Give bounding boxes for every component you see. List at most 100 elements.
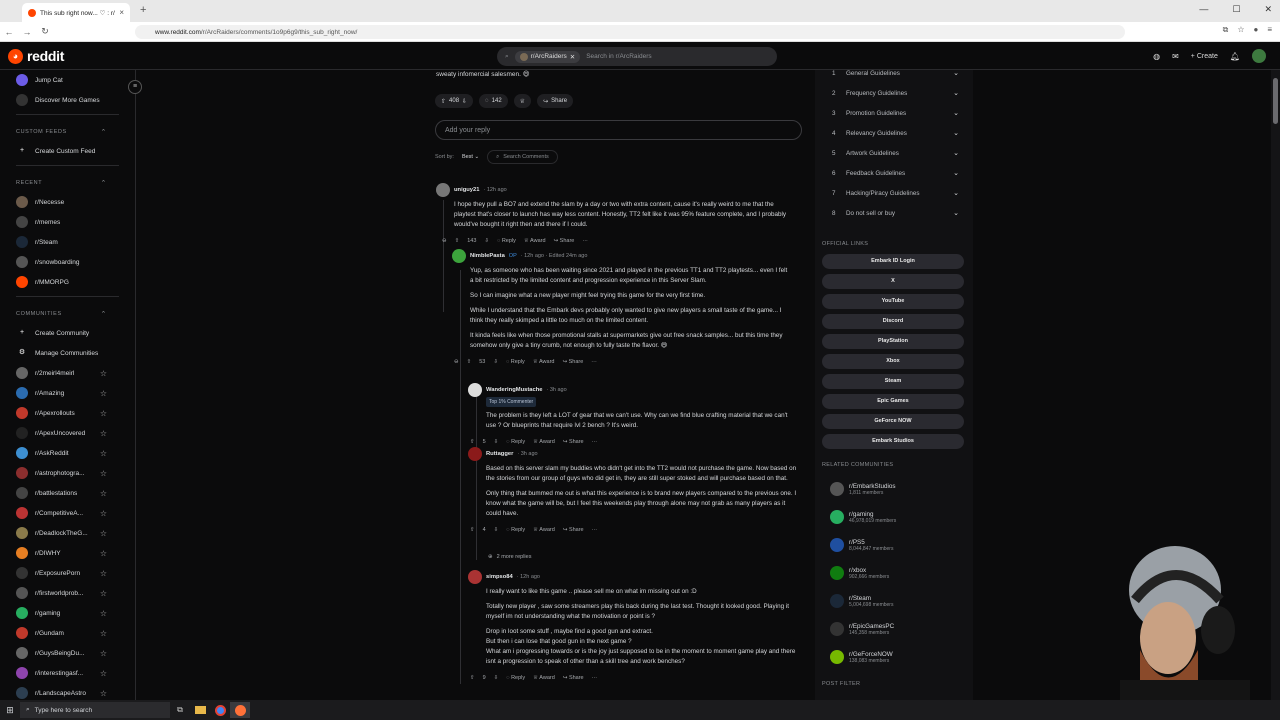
rule-item[interactable]: 6 Feedback Guidelines ⌄: [815, 163, 973, 183]
sidebar-item[interactable]: r/astrophotogra... ☆: [0, 463, 135, 483]
search-bar[interactable]: ⌕ r/ArcRaiders ✕ Search in r/ArcRaiders: [497, 47, 777, 66]
comment-author[interactable]: simpso84: [486, 572, 513, 582]
chevron-down-icon[interactable]: ⌄: [953, 70, 959, 77]
upvote-icon[interactable]: ⇧: [470, 437, 475, 447]
share-button[interactable]: ↪ Share: [562, 357, 583, 367]
reddit-logo[interactable]: ◕ reddit: [8, 48, 64, 64]
related-community[interactable]: r/EmbarkStudios 1,811 members: [815, 475, 973, 503]
scrollbar-thumb[interactable]: [1273, 78, 1278, 124]
sidebar-item[interactable]: r/Gundam ☆: [0, 623, 135, 643]
downvote-icon[interactable]: ⇩: [494, 673, 499, 683]
related-community[interactable]: r/PS5 8,044,847 members: [815, 531, 973, 559]
official-link-button[interactable]: Steam: [822, 374, 964, 389]
share-button[interactable]: ↪ Share: [563, 673, 584, 683]
back-button[interactable]: ←: [0, 27, 18, 37]
avatar[interactable]: [468, 447, 482, 461]
manage-communities[interactable]: ⚙ Manage Communities: [0, 343, 135, 363]
task-view-icon[interactable]: ⧉: [170, 702, 190, 718]
more-options-icon[interactable]: ···: [592, 673, 598, 683]
taskbar-search[interactable]: ⌕ Type here to search: [20, 702, 170, 718]
award-button[interactable]: ♕: [513, 94, 532, 108]
rule-item[interactable]: 1 General Guidelines ⌄: [815, 70, 973, 83]
avatar[interactable]: [436, 183, 450, 197]
reply-button[interactable]: ◌ Reply: [506, 673, 525, 683]
comment-author[interactable]: WanderingMustache: [486, 385, 542, 395]
page-scrollbar[interactable]: [1271, 70, 1280, 700]
star-icon[interactable]: ☆: [100, 469, 107, 478]
communities-header[interactable]: COMMUNITIES ⌃: [0, 305, 135, 323]
downvote-icon[interactable]: ⇩: [462, 98, 467, 105]
upvote-icon[interactable]: ⇧: [455, 236, 460, 246]
reload-button[interactable]: ↻: [36, 26, 54, 37]
share-button[interactable]: ↪ Share: [563, 437, 584, 447]
related-community[interactable]: r/xbox 902,666 members: [815, 559, 973, 587]
share-button[interactable]: ↪ Share: [537, 94, 574, 108]
star-icon[interactable]: ☆: [100, 629, 107, 638]
sidebar-item[interactable]: r/DeadlockTheG... ☆: [0, 523, 135, 543]
create-button[interactable]: + Create: [1191, 53, 1218, 60]
sidebar-item[interactable]: r/Apexrollouts ☆: [0, 403, 135, 423]
related-community[interactable]: r/Steam 5,004,698 members: [815, 587, 973, 615]
rule-item[interactable]: 8 Do not sell or buy ⌄: [815, 203, 973, 223]
official-link-button[interactable]: Embark ID Login: [822, 254, 964, 269]
notifications-icon[interactable]: 🔔︎: [1230, 52, 1240, 61]
upvote-icon[interactable]: ⇧: [470, 673, 475, 683]
remove-chip-icon[interactable]: ✕: [570, 53, 575, 61]
sidebar-item[interactable]: r/firstworldprob... ☆: [0, 583, 135, 603]
new-tab-button[interactable]: +: [140, 4, 146, 16]
search-comments-input[interactable]: ⌕ Search Comments: [487, 150, 558, 164]
sidebar-item[interactable]: r/ApexUncovered ☆: [0, 423, 135, 443]
rule-item[interactable]: 5 Artwork Guidelines ⌄: [815, 143, 973, 163]
sidebar-item[interactable]: r/Amazing ☆: [0, 383, 135, 403]
chevron-down-icon[interactable]: ⌄: [953, 169, 959, 177]
star-icon[interactable]: ☆: [100, 529, 107, 538]
chevron-down-icon[interactable]: ⌄: [953, 109, 959, 117]
advertise-icon[interactable]: ◍: [1153, 52, 1160, 61]
rule-item[interactable]: 3 Promotion Guidelines ⌄: [815, 103, 973, 123]
rule-item[interactable]: 2 Frequency Guidelines ⌄: [815, 83, 973, 103]
bookmark-icon[interactable]: ☆: [1237, 25, 1244, 35]
comments-button[interactable]: ◌ 142: [479, 94, 508, 108]
chevron-down-icon[interactable]: ⌄: [953, 209, 959, 217]
user-avatar[interactable]: [1252, 49, 1266, 63]
official-link-button[interactable]: YouTube: [822, 294, 964, 309]
downvote-icon[interactable]: ⇩: [484, 236, 489, 246]
create-custom-feed[interactable]: + Create Custom Feed: [0, 141, 135, 161]
menu-icon[interactable]: ≡: [1267, 25, 1272, 35]
collapse-thread-icon[interactable]: ⊖: [454, 357, 459, 367]
downvote-icon[interactable]: ⇩: [494, 437, 499, 447]
chrome-icon[interactable]: [210, 702, 230, 718]
extensions-icon[interactable]: ⧉: [1223, 25, 1229, 35]
close-window-button[interactable]: ✕: [1264, 4, 1272, 15]
chat-icon[interactable]: ✉: [1172, 52, 1179, 61]
close-tab-icon[interactable]: ×: [119, 8, 124, 17]
upvote-icon[interactable]: ⇧: [441, 98, 446, 105]
downvote-icon[interactable]: ⇩: [493, 357, 498, 367]
avatar[interactable]: [452, 249, 466, 263]
star-icon[interactable]: ☆: [100, 389, 107, 398]
avatar[interactable]: [468, 383, 482, 397]
more-options-icon[interactable]: ···: [592, 437, 598, 447]
forward-button[interactable]: →: [18, 27, 36, 37]
sidebar-item[interactable]: r/LandscapeAstro ☆: [0, 683, 135, 700]
star-icon[interactable]: ☆: [100, 509, 107, 518]
award-button[interactable]: ♕ Award: [533, 673, 555, 683]
sidebar-item[interactable]: Jump Cat: [0, 70, 135, 90]
sidebar-item[interactable]: r/Steam: [0, 232, 135, 252]
chevron-up-icon[interactable]: ⌃: [101, 128, 107, 136]
sidebar-item[interactable]: r/MMORPG: [0, 272, 135, 292]
windows-start-icon[interactable]: ⊞: [0, 705, 20, 716]
related-community[interactable]: r/EpicGamesPC 145,358 members: [815, 615, 973, 643]
recent-header[interactable]: RECENT ⌃: [0, 174, 135, 192]
chevron-down-icon[interactable]: ⌄: [953, 189, 959, 197]
more-replies-button[interactable]: ⊕ 2 more replies: [488, 554, 531, 560]
reply-button[interactable]: ◌ Reply: [506, 357, 525, 367]
related-community[interactable]: r/gaming 46,978,019 members: [815, 503, 973, 531]
official-link-button[interactable]: GeForce NOW: [822, 414, 964, 429]
chevron-up-icon[interactable]: ⌃: [101, 310, 107, 318]
firefox-icon[interactable]: [230, 702, 250, 718]
official-link-button[interactable]: Xbox: [822, 354, 964, 369]
collapse-thread-icon[interactable]: ⊖: [442, 236, 447, 246]
downvote-icon[interactable]: ⇩: [494, 525, 499, 535]
rule-item[interactable]: 7 Hacking/Piracy Guidelines ⌄: [815, 183, 973, 203]
